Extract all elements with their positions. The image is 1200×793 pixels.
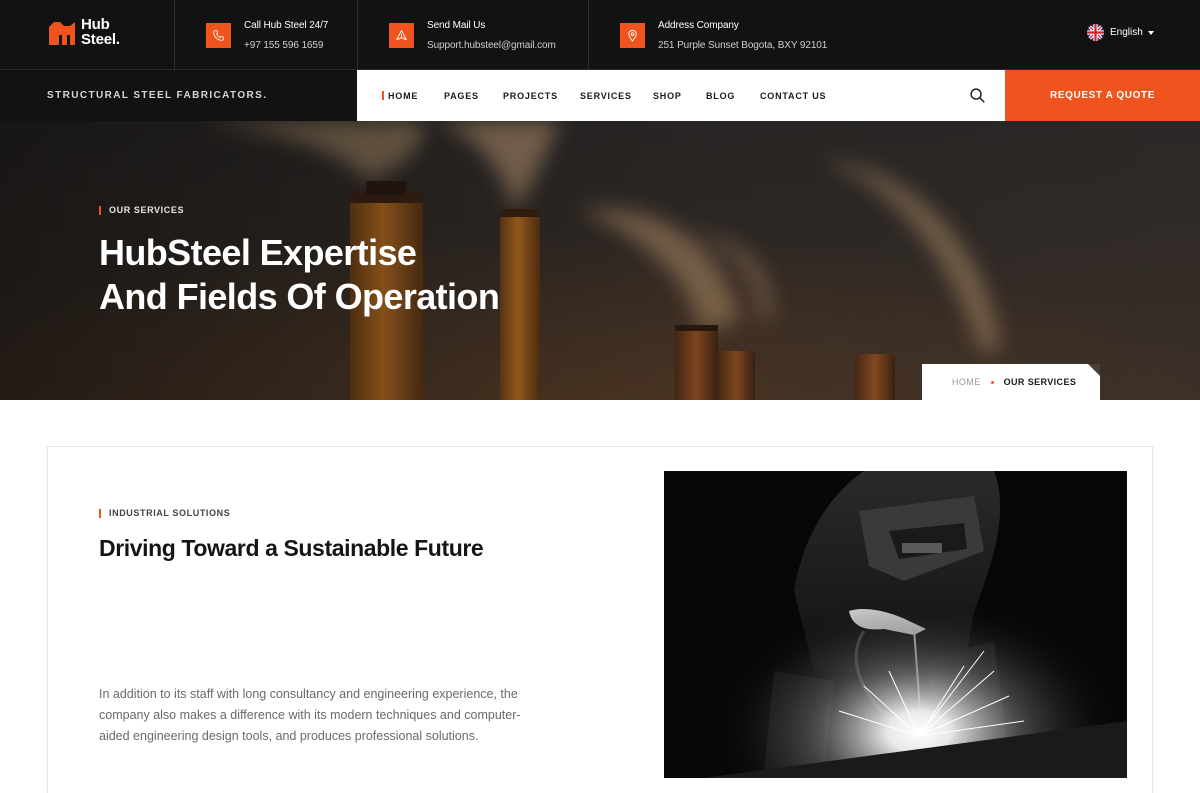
location-pin-icon: [620, 22, 645, 48]
phone-icon: [206, 22, 231, 48]
section-eyebrow-label: INDUSTRIAL SOLUTIONS: [109, 508, 231, 518]
send-mail-icon: [389, 22, 414, 48]
breadcrumb: HOME OUR SERVICES: [922, 364, 1100, 400]
hero-eyebrow-label: OUR SERVICES: [109, 205, 185, 215]
nav-item-shop[interactable]: SHOP: [653, 91, 682, 101]
brand-line-2: Steel.: [81, 31, 120, 48]
contact-label: Send Mail Us: [427, 19, 486, 31]
accent-bar: [99, 508, 101, 518]
uk-flag-icon: [1087, 24, 1104, 41]
nav-item-contact-us[interactable]: CONTACT US: [760, 91, 826, 101]
section-description: In addition to its staff with long consu…: [99, 687, 521, 743]
breadcrumb-current: OUR SERVICES: [1003, 377, 1077, 387]
hero-title-line-1: HubSteel Expertise: [99, 232, 417, 273]
tagline-bar: STRUCTURAL STEEL FABRICATORS.: [0, 70, 357, 121]
nav-item-home[interactable]: HOME: [381, 91, 418, 101]
tagline: STRUCTURAL STEEL FABRICATORS.: [47, 90, 268, 101]
contact-phone[interactable]: Call Hub Steel 24/7 +97 155 596 1659: [206, 0, 328, 70]
contact-address[interactable]: Address Company 251 Purple Sunset Bogota…: [620, 0, 827, 70]
contact-value[interactable]: Support.hubsteel@gmail.com: [427, 39, 556, 52]
brand-name: Hub Steel.: [81, 17, 120, 47]
accent-bar: [99, 205, 101, 215]
contact-mail[interactable]: Send Mail Us Support.hubsteel@gmail.com: [389, 0, 556, 70]
language-selector[interactable]: English: [1087, 24, 1154, 41]
nav-item-projects[interactable]: PROJECTS: [503, 91, 558, 101]
breadcrumb-separator: [990, 380, 994, 384]
divider: [588, 0, 589, 70]
breadcrumb-home-link[interactable]: HOME: [952, 377, 981, 387]
welding-photo-graphic: [664, 471, 1127, 778]
nav-item-services[interactable]: SERVICES: [580, 91, 632, 101]
welder-image: [664, 471, 1127, 778]
contact-value[interactable]: +97 155 596 1659: [244, 39, 328, 52]
top-bar: Hub Steel. Call Hub Steel 24/7 +97 155 5…: [0, 0, 1200, 70]
section-title: Driving Toward a Sustainable Future: [99, 535, 484, 561]
language-label: English: [1110, 27, 1143, 38]
contact-label: Call Hub Steel 24/7: [244, 19, 329, 31]
brand-logo[interactable]: Hub Steel.: [48, 17, 120, 47]
brand-line-1: Hub: [81, 16, 110, 33]
nav-item-pages[interactable]: PAGES: [444, 91, 479, 101]
nav-item-blog[interactable]: BLOG: [706, 91, 735, 101]
hero-title: HubSteel Expertise And Fields Of Operati…: [99, 231, 500, 319]
factory-logo-icon: [49, 22, 75, 45]
section-eyebrow: INDUSTRIAL SOLUTIONS: [99, 508, 230, 518]
contact-label: Address Company: [658, 19, 739, 31]
request-quote-button[interactable]: REQUEST A QUOTE: [1005, 70, 1200, 121]
chevron-down-icon: [1147, 30, 1154, 35]
hero-eyebrow: OUR SERVICES: [99, 205, 184, 215]
divider: [174, 0, 175, 70]
divider: [357, 0, 358, 70]
main-nav: HOME PAGES PROJECTS SERVICES SHOP BLOG C…: [357, 70, 1005, 121]
hero-banner: OUR SERVICES HubSteel Expertise And Fiel…: [0, 121, 1200, 400]
contact-value[interactable]: 251 Purple Sunset Bogota, BXY 92101: [658, 39, 827, 52]
search-icon[interactable]: [969, 87, 986, 104]
hero-title-line-2: And Fields Of Operation: [99, 276, 500, 317]
